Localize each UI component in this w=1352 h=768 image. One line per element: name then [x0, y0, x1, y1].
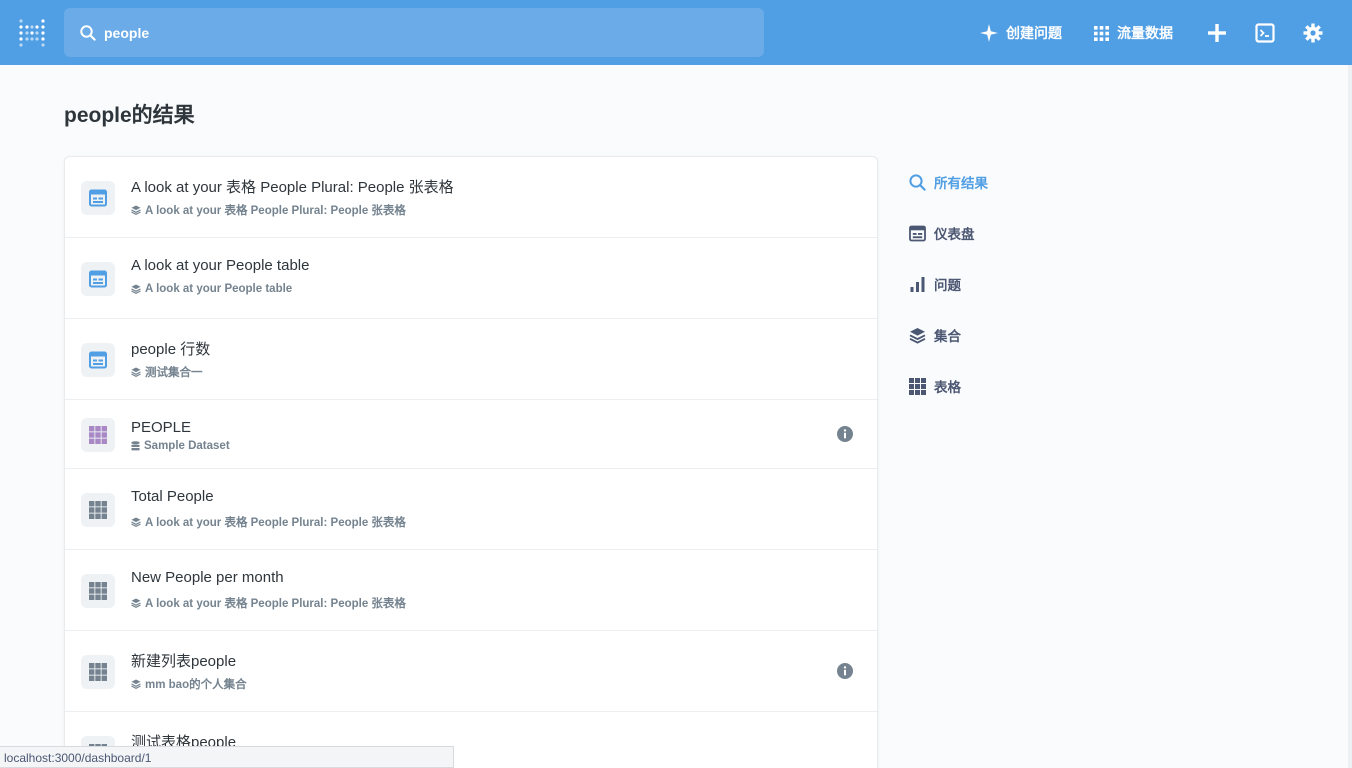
- filter-tables[interactable]: 表格: [909, 375, 961, 397]
- page-title: people的结果: [64, 104, 195, 127]
- filter-label: 表格: [934, 380, 961, 395]
- metabase-logo-icon[interactable]: [18, 18, 46, 48]
- gear-icon: [1303, 23, 1323, 43]
- result-subtitle-text: 测试集合一: [145, 367, 203, 379]
- bar-chart-icon: [910, 276, 925, 292]
- sparkle-icon: [980, 24, 998, 42]
- collection-icon: [131, 598, 141, 608]
- info-icon[interactable]: [837, 426, 853, 442]
- result-row[interactable]: New People per month A look at your 表格 P…: [65, 550, 877, 631]
- collection-icon: [131, 367, 141, 377]
- result-subtitle[interactable]: 测试集合一: [131, 364, 203, 380]
- result-subtitle-text: A look at your 表格 People Plural: People …: [145, 205, 406, 217]
- table-icon: [89, 501, 107, 519]
- collection-icon: [131, 284, 141, 294]
- result-subtitle-text: Sample Dataset: [144, 440, 230, 452]
- dashboard-icon: [89, 351, 107, 369]
- filter-label: 集合: [934, 329, 961, 344]
- result-type-badge: [81, 574, 115, 608]
- result-type-badge: [81, 343, 115, 377]
- status-url: localhost:3000/dashboard/1: [0, 746, 454, 768]
- result-subtitle[interactable]: A look at your 表格 People Plural: People …: [131, 595, 406, 611]
- result-type-badge: [81, 655, 115, 689]
- search-results-list: A look at your 表格 People Plural: People …: [64, 156, 878, 768]
- new-question-button[interactable]: 创建问题: [980, 20, 1062, 46]
- result-title[interactable]: people 行数: [131, 338, 210, 359]
- result-subtitle[interactable]: Sample Dataset: [131, 440, 230, 452]
- dashboard-icon: [89, 270, 107, 288]
- result-row[interactable]: 新建列表people mm bao的个人集合: [65, 631, 877, 712]
- result-title[interactable]: 新建列表people: [131, 650, 236, 671]
- filter-collections[interactable]: 集合: [909, 324, 961, 346]
- search-icon: [80, 24, 96, 41]
- info-icon[interactable]: [837, 663, 853, 679]
- new-question-label: 创建问题: [1006, 25, 1062, 41]
- settings-button[interactable]: [1300, 20, 1326, 46]
- plus-icon: [1208, 24, 1226, 42]
- sql-editor-icon: [1255, 23, 1275, 43]
- browse-data-button[interactable]: 流量数据: [1094, 20, 1173, 46]
- result-type-badge: [81, 262, 115, 296]
- top-navbar: 创建问题 流量数据: [0, 0, 1352, 65]
- collection-icon: [131, 205, 141, 215]
- dashboard-icon: [909, 225, 926, 241]
- result-subtitle-text: A look at your 表格 People Plural: People …: [145, 517, 406, 529]
- table-icon: [89, 582, 107, 600]
- filter-label: 所有结果: [934, 176, 988, 191]
- result-subtitle-text: mm bao的个人集合: [145, 679, 247, 691]
- result-subtitle[interactable]: mm bao的个人集合: [131, 676, 247, 692]
- collection-icon: [909, 327, 926, 344]
- collection-icon: [131, 679, 141, 689]
- result-type-badge: [81, 493, 115, 527]
- table-icon: [89, 426, 107, 444]
- filter-dashboards[interactable]: 仪表盘: [909, 222, 975, 244]
- browse-data-label: 流量数据: [1117, 25, 1173, 41]
- result-title[interactable]: New People per month: [131, 569, 284, 586]
- table-icon: [909, 377, 926, 395]
- result-type-badge: [81, 181, 115, 215]
- result-row[interactable]: A look at your 表格 People Plural: People …: [65, 157, 877, 238]
- add-button[interactable]: [1204, 20, 1230, 46]
- result-subtitle[interactable]: A look at your People table: [131, 283, 292, 295]
- table-icon: [89, 663, 107, 681]
- result-title[interactable]: PEOPLE: [131, 419, 191, 436]
- scrollbar[interactable]: [1348, 65, 1352, 768]
- grid-icon: [1094, 25, 1109, 41]
- result-row[interactable]: PEOPLE Sample Dataset: [65, 400, 877, 469]
- search-icon: [909, 173, 926, 191]
- filter-label: 问题: [934, 278, 961, 293]
- filter-label: 仪表盘: [934, 227, 975, 242]
- filter-questions[interactable]: 问题: [909, 273, 961, 295]
- sql-editor-button[interactable]: [1252, 20, 1278, 46]
- search-input[interactable]: [104, 24, 704, 41]
- result-row[interactable]: A look at your People table A look at yo…: [65, 238, 877, 319]
- search-bar[interactable]: [64, 8, 764, 57]
- filter-all-results[interactable]: 所有结果: [909, 171, 988, 193]
- result-subtitle[interactable]: A look at your 表格 People Plural: People …: [131, 202, 406, 218]
- collection-icon: [131, 517, 141, 527]
- result-title[interactable]: Total People: [131, 488, 214, 505]
- result-type-badge: [81, 418, 115, 452]
- result-title[interactable]: A look at your People table: [131, 257, 309, 274]
- result-row[interactable]: Total People A look at your 表格 People Pl…: [65, 469, 877, 550]
- result-subtitle[interactable]: A look at your 表格 People Plural: People …: [131, 514, 406, 530]
- result-row[interactable]: people 行数 测试集合一: [65, 319, 877, 400]
- result-title[interactable]: A look at your 表格 People Plural: People …: [131, 176, 454, 197]
- database-icon: [131, 441, 140, 451]
- result-subtitle-text: A look at your People table: [145, 283, 293, 295]
- dashboard-icon: [89, 189, 107, 207]
- result-subtitle-text: A look at your 表格 People Plural: People …: [145, 598, 406, 610]
